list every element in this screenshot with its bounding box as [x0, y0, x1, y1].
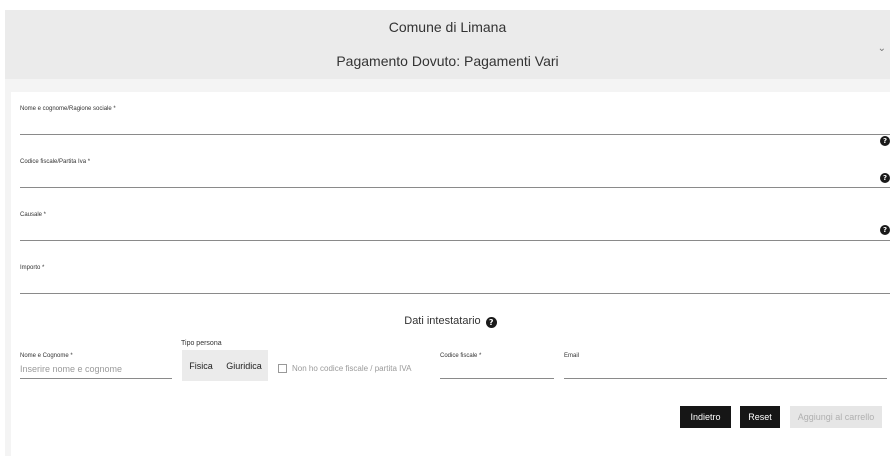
field-label: Codice fiscale/Partita Iva * [20, 159, 91, 165]
field-causale[interactable]: Causale * ? [20, 212, 890, 242]
input-underline[interactable] [20, 240, 890, 241]
input-underline[interactable] [20, 187, 890, 188]
field-importo[interactable]: Importo * [20, 265, 890, 295]
chevron-down-icon[interactable]: ⌄ [878, 43, 886, 54]
no-codice-fiscale-label[interactable]: Non ho codice fiscale / partita IVA [292, 364, 411, 373]
field-label: Nome e cognome/Ragione sociale * [20, 106, 116, 112]
email-label: Email [564, 353, 580, 359]
codice-fiscale-label: Codice fiscale * [440, 353, 482, 359]
tipo-persona-giuridica-option[interactable]: Giuridica [220, 350, 268, 381]
dati-intestatario-heading: Dati intestatario ? [11, 315, 890, 328]
field-label: Causale * [20, 212, 47, 218]
field-codice-fiscale-partita-iva[interactable]: Codice fiscale/Partita Iva * ? [20, 159, 890, 189]
page-header: Comune di Limana Pagamento Dovuto: Pagam… [5, 10, 890, 79]
input-underline[interactable] [20, 293, 890, 294]
field-nome-ragione-sociale[interactable]: Nome e cognome/Ragione sociale * ? [20, 106, 890, 146]
nome-cognome-label: Nome e Cognome * [20, 353, 73, 359]
nome-cognome-input[interactable]: Inserire nome e cognome [20, 364, 122, 374]
municipality-title: Comune di Limana [388, 19, 507, 35]
tipo-persona-label: Tipo persona [181, 340, 222, 347]
tipo-persona-fisica-option[interactable]: Fisica [182, 350, 220, 381]
add-to-cart-button[interactable]: Aggiungi al carrello [790, 406, 882, 428]
payment-form: Nome e cognome/Ragione sociale * ? Codic… [11, 92, 890, 456]
codice-fiscale-input[interactable] [440, 378, 554, 379]
no-codice-fiscale-checkbox[interactable] [278, 364, 287, 373]
question-circle-icon[interactable]: ? [880, 136, 890, 146]
back-button[interactable]: Indietro [680, 406, 731, 428]
input-underline[interactable] [20, 134, 890, 135]
email-input[interactable] [564, 378, 887, 379]
section-title-text: Dati intestatario [404, 315, 481, 327]
question-circle-icon[interactable]: ? [485, 317, 497, 328]
question-circle-icon[interactable]: ? [880, 225, 890, 235]
payment-title: Pagamento Dovuto: Pagamenti Vari [336, 53, 559, 69]
question-circle-icon[interactable]: ? [880, 173, 890, 183]
reset-button[interactable]: Reset [740, 406, 780, 428]
field-label: Importo * [20, 265, 45, 271]
nome-cognome-underline[interactable] [20, 378, 172, 379]
